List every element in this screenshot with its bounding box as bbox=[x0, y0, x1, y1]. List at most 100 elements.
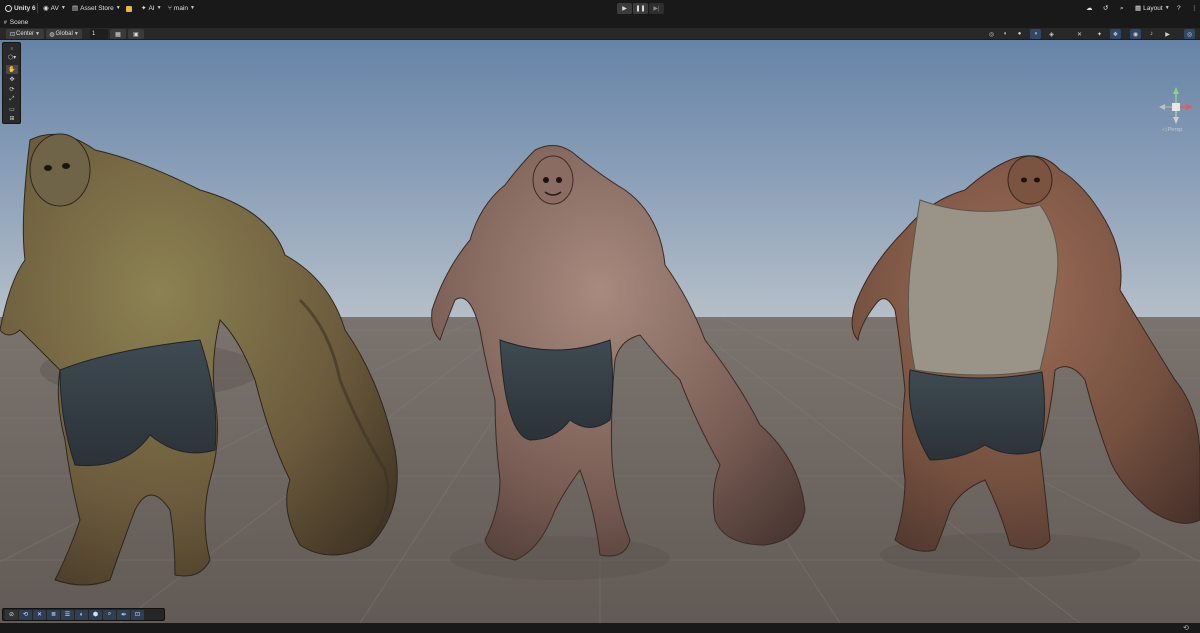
packages-button[interactable] bbox=[126, 3, 132, 14]
overlay-navmesh-button[interactable]: ⬢ bbox=[89, 609, 102, 620]
orbit-icon: ⟲ bbox=[22, 612, 29, 618]
package-icon bbox=[126, 5, 132, 12]
cloud-button[interactable]: ☁ bbox=[1086, 3, 1093, 14]
overlay-split-button[interactable]: ⇹ bbox=[117, 609, 130, 620]
transform-icon: ⊞ bbox=[9, 116, 15, 122]
projection-toggle[interactable]: ◁ Persp bbox=[1162, 127, 1182, 133]
transform-tool-button[interactable]: ⊞ bbox=[6, 114, 18, 123]
overlay-inspect-button[interactable]: ⊡ bbox=[131, 609, 144, 620]
chevron-down-icon: ▼ bbox=[190, 5, 195, 11]
projection-label: Persp bbox=[1167, 127, 1183, 133]
list-icon: ☰ bbox=[64, 612, 71, 618]
layout-dropdown[interactable]: ▦ Layout ▼ bbox=[1135, 3, 1170, 14]
history-button[interactable]: ↺ bbox=[1103, 3, 1108, 14]
draw-mode-button[interactable]: ◎ bbox=[986, 29, 997, 39]
lighting-toggle-button[interactable]: ✦ bbox=[1094, 29, 1105, 39]
chevron-down-icon: ▼ bbox=[35, 31, 40, 37]
branch-icon: ⑂ bbox=[168, 5, 172, 12]
chevron-down-icon: ▼ bbox=[1164, 5, 1170, 11]
shading-lit-button[interactable]: ● bbox=[1014, 29, 1025, 39]
play-button[interactable]: ▶ bbox=[617, 3, 632, 14]
help-icon: ? bbox=[1177, 5, 1181, 12]
globe-icon: ◍ bbox=[49, 31, 55, 38]
camera-settings-dropdown[interactable]: ▶ bbox=[1162, 29, 1173, 39]
unity-menu[interactable]: Unity 6 bbox=[5, 3, 36, 14]
overlay-search-button[interactable]: ⌕ bbox=[103, 609, 116, 620]
move-icon: ✥ bbox=[9, 77, 15, 83]
progress-indicator-icon[interactable]: ⟲ bbox=[1183, 624, 1189, 632]
cube-icon: ⬡▾ bbox=[7, 55, 17, 61]
eye-icon: ◉ bbox=[1132, 31, 1139, 38]
overlay-grip-button[interactable]: ⊘ bbox=[5, 609, 18, 620]
tool-context-dropdown[interactable]: ⬡▾ bbox=[6, 53, 18, 62]
snap-increment-field[interactable]: 1 bbox=[90, 29, 108, 39]
tab-bar: # Scene bbox=[0, 17, 1200, 28]
asset-store-icon: ▤ bbox=[72, 5, 79, 12]
shading-shaded-button[interactable]: ◑ bbox=[1030, 29, 1041, 39]
help-button[interactable]: ? bbox=[1177, 3, 1181, 14]
space-mode-dropdown[interactable]: ◍ Global ▼ bbox=[46, 29, 82, 39]
rotate-tool-button[interactable]: ⟳ bbox=[6, 85, 18, 94]
no-entry-icon: ⊘ bbox=[8, 612, 15, 618]
ai-label: AI bbox=[148, 5, 155, 12]
shading-unlit-button[interactable]: ◐ bbox=[1000, 29, 1011, 39]
inspect-icon: ⊡ bbox=[134, 612, 141, 618]
overlay-lighting-button[interactable]: ◐ bbox=[75, 609, 88, 620]
scene-render bbox=[0, 40, 1200, 623]
more-vertical-icon: ⋮ bbox=[1191, 5, 1198, 12]
overlay-toolbar: ⊘ ⟲ ✕ ≣ ☰ ◐ ⬢ ⌕ ⇹ ⊡ bbox=[2, 608, 165, 621]
2d-icon: ✕ bbox=[1076, 31, 1083, 38]
pause-icon: ❚❚ bbox=[635, 6, 646, 12]
pivot-mode-dropdown[interactable]: ⊡ Center ▼ bbox=[6, 29, 44, 39]
scale-tool-button[interactable]: ⤢ bbox=[6, 95, 18, 104]
projection-indicator-icon: ◁ bbox=[1162, 127, 1167, 133]
asset-store-dropdown[interactable]: ▤ Asset Store ▼ bbox=[72, 3, 121, 14]
step-icon: ▶| bbox=[653, 6, 660, 12]
more-menu-button[interactable]: ⋮ bbox=[1191, 3, 1198, 14]
hand-icon: ✋ bbox=[8, 67, 16, 73]
unity-logo-icon bbox=[5, 5, 12, 12]
search-icon: ⌕ bbox=[1120, 5, 1124, 12]
ai-dropdown[interactable]: ✦ AI ▼ bbox=[141, 3, 162, 14]
audio-toggle-button[interactable]: ♪ bbox=[1146, 29, 1157, 39]
increment-snap-dropdown[interactable]: ▣ bbox=[128, 29, 144, 39]
tab-scene[interactable]: # Scene bbox=[4, 17, 28, 28]
increment-snap-icon: ▣ bbox=[133, 31, 139, 38]
pause-button[interactable]: ❚❚ bbox=[633, 3, 648, 14]
audio-icon: ♪ bbox=[1150, 31, 1153, 37]
overlay-layers-button[interactable]: ≣ bbox=[47, 609, 60, 620]
lighting-icon: ✦ bbox=[1096, 31, 1103, 38]
shading-unlit-icon: ◐ bbox=[1003, 31, 1008, 37]
camera-icon: ▶ bbox=[1165, 31, 1170, 38]
scene-visibility-button[interactable]: ◉ bbox=[1130, 29, 1141, 39]
play-icon: ▶ bbox=[622, 6, 627, 12]
effects-icon: ❖ bbox=[1112, 31, 1119, 38]
step-button[interactable]: ▶| bbox=[649, 3, 664, 14]
chevron-down-icon: ▼ bbox=[73, 31, 79, 37]
account-icon: ◉ bbox=[43, 5, 49, 12]
grid-snap-dropdown[interactable]: ▦ bbox=[110, 29, 126, 39]
search-button[interactable]: ⌕ bbox=[1120, 3, 1124, 14]
overlay-rotate-button[interactable]: ⟲ bbox=[19, 609, 32, 620]
scene-viewport[interactable]: ◁ Persp bbox=[0, 40, 1200, 623]
history-icon: ↺ bbox=[1103, 5, 1109, 12]
snap-increment-value: 1 bbox=[92, 31, 96, 37]
rect-tool-button[interactable]: ▭ bbox=[6, 105, 18, 114]
overlay-cross-button[interactable]: ✕ bbox=[33, 609, 46, 620]
split-icon: ⇹ bbox=[120, 612, 127, 618]
gizmos-icon: ◎ bbox=[1186, 31, 1193, 38]
move-tool-button[interactable]: ✥ bbox=[6, 75, 18, 84]
rect-icon: ▭ bbox=[9, 107, 15, 113]
account-dropdown[interactable]: ◉ AV ▼ bbox=[43, 3, 66, 14]
branch-dropdown[interactable]: ⑂ main ▼ bbox=[168, 3, 195, 14]
account-label: AV bbox=[50, 5, 59, 12]
asset-store-label: Asset Store bbox=[80, 5, 114, 12]
scale-icon: ⤢ bbox=[9, 96, 15, 102]
overlay-list-button[interactable]: ☰ bbox=[61, 609, 74, 620]
render-mode-dropdown[interactable]: ◈ bbox=[1046, 29, 1057, 39]
gizmos-dropdown[interactable]: ◎ bbox=[1184, 29, 1195, 39]
grid-snap-icon: ▦ bbox=[115, 31, 121, 38]
effects-dropdown[interactable]: ❖ bbox=[1110, 29, 1121, 39]
2d-toggle-button[interactable]: ✕ bbox=[1074, 29, 1085, 39]
view-tool-button[interactable]: ✋ bbox=[6, 65, 18, 74]
